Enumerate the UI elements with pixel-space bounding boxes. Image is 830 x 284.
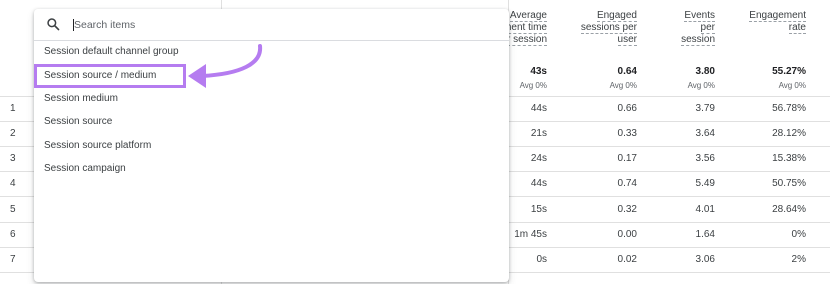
menu-item-session-source-platform[interactable]: Session source platform — [34, 134, 509, 157]
search-input[interactable] — [74, 16, 474, 34]
total-events-per-session: 3.80 Avg 0% — [687, 66, 715, 90]
column-header-engagement-rate[interactable]: Engagement rate — [716, 10, 806, 34]
dimension-dropdown[interactable]: Session default channel group Session so… — [34, 9, 509, 282]
search-icon — [47, 18, 60, 31]
column-header-events-per-session[interactable]: Events per session — [645, 10, 715, 46]
menu-item-session-campaign[interactable]: Session campaign — [34, 157, 509, 180]
menu-item-session-default-channel-group[interactable]: Session default channel group — [34, 40, 509, 63]
search-bar — [34, 9, 509, 41]
menu-item-session-source-medium[interactable]: Session source / medium — [34, 64, 186, 88]
total-engaged-sessions-per-user: 0.64 Avg 0% — [609, 66, 637, 90]
column-header-engaged-sessions-per-user[interactable]: Engaged sessions per user — [547, 10, 637, 46]
menu-item-session-source[interactable]: Session source — [34, 110, 509, 133]
total-engagement-rate: 55.27% Avg 0% — [772, 66, 806, 90]
menu-item-session-medium[interactable]: Session medium — [34, 87, 509, 110]
